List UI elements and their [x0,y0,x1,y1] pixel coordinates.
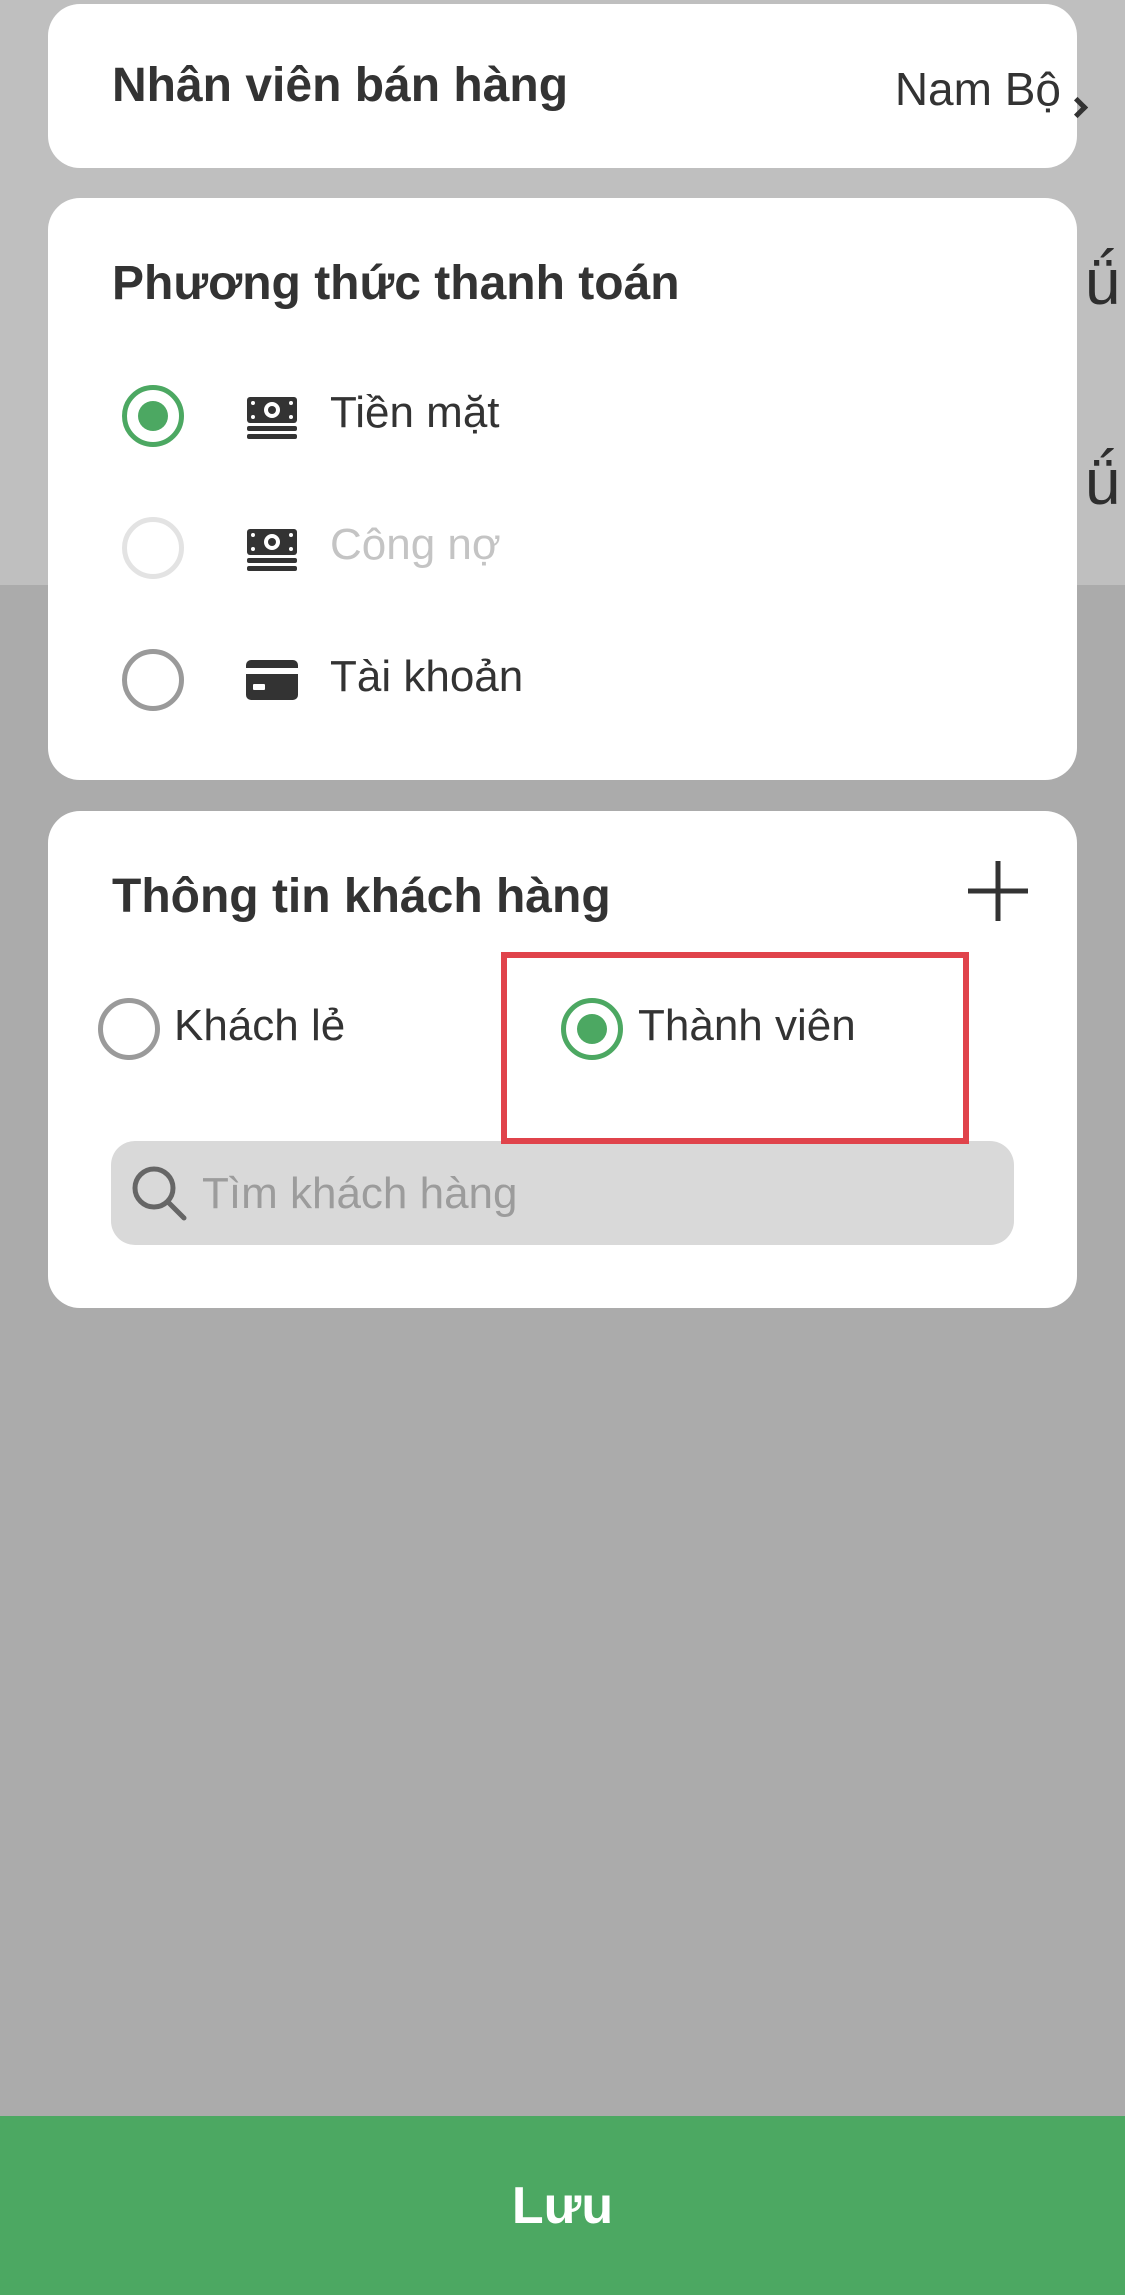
cash-icon [247,529,297,571]
radio-retail[interactable] [98,998,160,1060]
background-glyph: ǘ [1085,246,1121,318]
payment-method-card: Phương thức thanh toán Tiền mặt Công nợ [48,198,1077,780]
payment-title: Phương thức thanh toán [112,257,680,310]
search-icon [132,1166,187,1221]
customer-search-box[interactable]: Tìm khách hàng [111,1141,1014,1245]
staff-card[interactable]: Nhân viên bán hàng Nam Bộ [48,4,1089,168]
staff-label: Nhân viên bán hàng [112,59,569,112]
payment-option-label: Tài khoản [330,652,524,701]
staff-value: Nam Bộ [894,63,1061,115]
payment-option-label: Tiền mặt [330,388,500,437]
highlight-box [501,952,969,1144]
radio-account[interactable] [122,649,184,711]
save-label: Lưu [511,2176,614,2235]
customer-title: Thông tin khách hàng [112,870,611,923]
radio-debt [122,517,184,579]
save-button[interactable]: Lưu [0,2116,1125,2295]
customer-type-label: Khách lẻ [174,1001,346,1050]
background-glyph: ǘ [1085,446,1121,518]
cash-icon [247,397,297,439]
payment-option-label: Công nợ [330,520,501,569]
search-input[interactable]: Tìm khách hàng [202,1169,518,1219]
plus-icon[interactable] [966,859,1030,923]
card-icon [246,660,298,700]
radio-cash[interactable] [122,385,184,447]
